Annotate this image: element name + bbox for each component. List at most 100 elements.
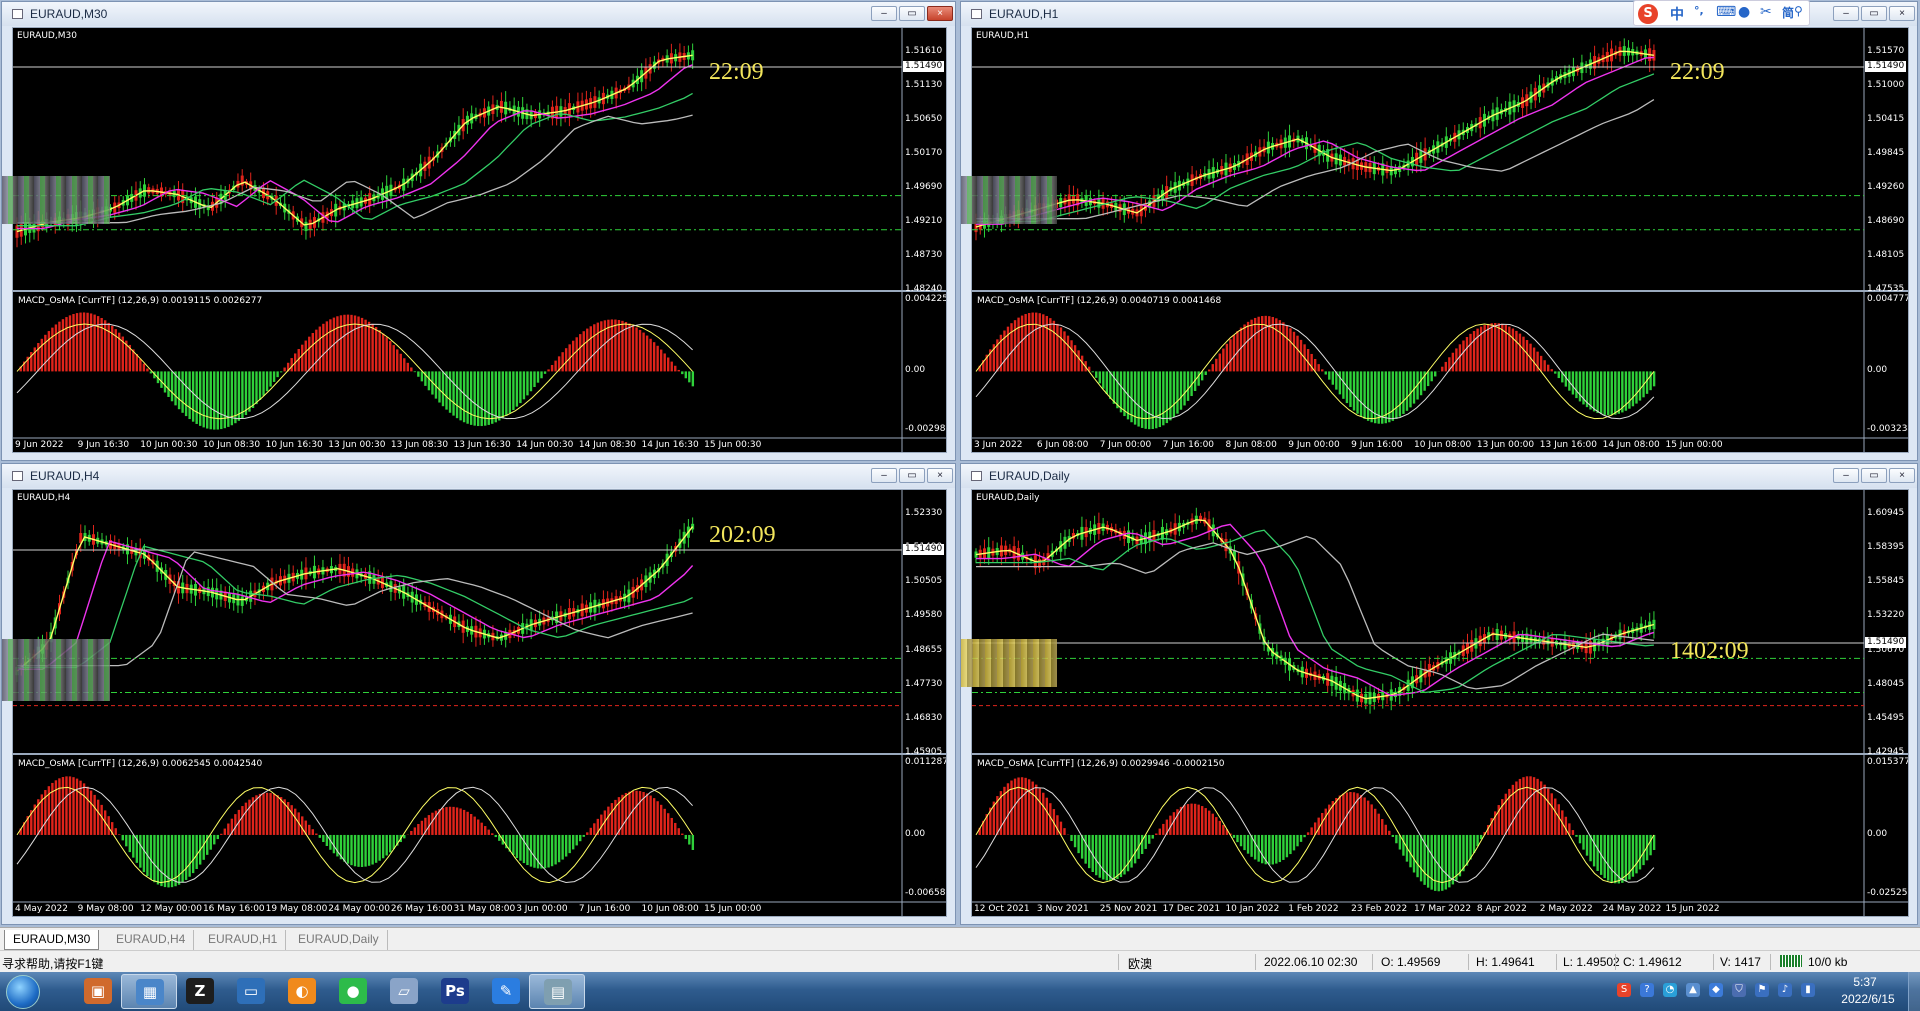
macd-bar [550, 364, 554, 372]
maximize-button[interactable]: ▭ [1861, 468, 1887, 483]
macd-bar [68, 776, 72, 835]
clock-time[interactable]: 5:37 [1835, 975, 1895, 989]
chart-tab[interactable]: EURAUD,H4 [108, 930, 195, 950]
macd-bar [181, 371, 184, 413]
macd-bar [1409, 371, 1412, 408]
macd-bar [1575, 834, 1578, 837]
sogou-logo-icon[interactable]: S [1638, 4, 1658, 24]
price-chart[interactable]: EURAUD,Daily 1402:09 MACD_OsMA [CurrTF] (1… [971, 489, 1909, 917]
keyboard-icon[interactable]: ⌨ [1716, 4, 1736, 20]
search-icon[interactable]: ⚲ [1794, 4, 1803, 18]
macd-bar [621, 794, 624, 835]
chart-window-3[interactable]: EURAUD,H4 – ▭ × EURAUD,H4 202:09 MACD_OsMA [Cu… [1, 463, 956, 925]
macd-bar [589, 827, 592, 835]
ime-mode-chinese[interactable]: 中 [1670, 4, 1684, 24]
arrow-tray-icon[interactable]: ▲ [1686, 983, 1700, 997]
chart-tab[interactable]: EURAUD,H1 [200, 930, 287, 950]
macd-bar [1031, 312, 1034, 372]
chart-tab[interactable]: EURAUD,M30 [4, 930, 100, 950]
macd-bar [1116, 834, 1119, 879]
chart-window-2[interactable]: EURAUD,H1 – ▭ × EURAUD,H1 22:09 MACD_OsMA [Cur… [960, 1, 1918, 461]
maximize-button[interactable]: ▭ [899, 468, 925, 483]
chart-canvas[interactable] [972, 490, 1909, 917]
pixelated-overlay [2, 639, 110, 701]
chart-tab[interactable]: EURAUD,Daily [290, 930, 388, 950]
window-titlebar[interactable]: EURAUD,M30 – ▭ × [2, 2, 955, 26]
chart-canvas[interactable] [13, 490, 947, 917]
flag-tray-icon[interactable]: ⚑ [1755, 983, 1769, 997]
minimize-button[interactable]: – [871, 6, 897, 21]
explorer-icon[interactable]: ▦ [121, 974, 177, 1009]
close-button[interactable]: × [927, 468, 953, 483]
monitor-icon[interactable]: ▭ [223, 974, 279, 1009]
price-chart[interactable]: EURAUD,M30 22:09 MACD_OsMA [CurrTF] (12,26… [12, 27, 947, 453]
macd-bar [1543, 360, 1546, 372]
metatrader-icon[interactable]: Z [172, 974, 228, 1009]
show-desktop-button[interactable] [1908, 972, 1920, 1011]
macd-bar [1119, 371, 1123, 413]
wechat-icon[interactable]: ● [325, 974, 381, 1009]
scissors-icon[interactable]: ✂ [1760, 4, 1772, 20]
simplified-icon[interactable]: 简 [1782, 4, 1794, 21]
time-tick-label: 10 Jun 08:00 [641, 904, 699, 914]
trading-terminal-icon[interactable]: ▤ [529, 974, 585, 1009]
punctuation-icon[interactable]: °, [1694, 4, 1704, 17]
minimize-button[interactable]: – [1833, 6, 1859, 21]
macd-bar [1236, 834, 1239, 843]
macd-bar [628, 791, 631, 835]
macd-bar [417, 824, 420, 835]
macd-bar [1027, 779, 1031, 835]
app-tray-icon[interactable]: ◆ [1709, 983, 1723, 997]
macd-bar [311, 829, 314, 835]
notepad-icon[interactable]: ▱ [376, 974, 432, 1009]
minimize-button[interactable]: – [871, 468, 897, 483]
start-orb-icon[interactable] [6, 975, 40, 1009]
user-icon[interactable]: ● [1738, 4, 1750, 20]
clock-date[interactable]: 2022/6/15 [1835, 992, 1901, 1006]
macd-bar [1165, 371, 1169, 424]
app-icon: ▤ [544, 979, 572, 1005]
macd-bar [1253, 317, 1257, 372]
chart-canvas[interactable] [13, 28, 947, 453]
macd-bar [1289, 834, 1292, 855]
macd-bar [1426, 834, 1430, 888]
chart-canvas[interactable] [972, 28, 1909, 453]
pen-icon[interactable]: ✎ [478, 974, 534, 1009]
price-chart[interactable]: EURAUD,H1 22:09 MACD_OsMA [CurrTF] (12,26,… [971, 27, 1909, 453]
macd-bar [336, 834, 339, 857]
macd-bar [607, 806, 610, 835]
macd-bar [519, 834, 522, 861]
maximize-button[interactable]: ▭ [1861, 6, 1887, 21]
chart-window-4[interactable]: EURAUD,Daily – ▭ × EURAUD,Daily 1402:09 MACD_O… [960, 463, 1918, 925]
network-tray-icon[interactable]: ◔ [1663, 983, 1677, 997]
close-button[interactable]: × [1889, 468, 1915, 483]
macd-bar [325, 321, 329, 372]
shield-tray-icon[interactable]: ⛉ [1732, 983, 1746, 997]
window-titlebar[interactable]: EURAUD,H4 – ▭ × [2, 464, 955, 488]
browser-icon[interactable]: ◐ [274, 974, 330, 1009]
macd-bar [1469, 834, 1472, 860]
chart-window-1[interactable]: EURAUD,M30 – ▭ × EURAUD,M30 22:09 MACD_OsMA [C… [1, 1, 956, 461]
connection-bars-icon[interactable] [1780, 955, 1802, 967]
macd-bar [209, 371, 212, 430]
close-button[interactable]: × [1889, 6, 1915, 21]
photoshop-icon[interactable]: Ps [427, 974, 483, 1009]
minimize-button[interactable]: – [1833, 468, 1859, 483]
price-chart[interactable]: EURAUD,H4 202:09 MACD_OsMA [CurrTF] (12,26… [12, 489, 947, 917]
window-titlebar[interactable]: EURAUD,Daily – ▭ × [961, 464, 1917, 488]
macd-bar [1102, 834, 1105, 880]
time-tick-label: 10 Jun 08:00 [1414, 440, 1472, 450]
help-tray-icon[interactable]: ? [1640, 983, 1654, 997]
folder-icon[interactable]: ▣ [70, 974, 126, 1009]
maximize-button[interactable]: ▭ [899, 6, 925, 21]
macd-bar [1063, 331, 1066, 372]
macd-bar [1169, 371, 1172, 421]
close-button[interactable]: × [927, 6, 953, 21]
network-bars-tray-icon[interactable]: ▮ [1801, 983, 1815, 997]
input-method-toolbar[interactable]: S 中 °, ⌨ ● ✂ 简 ⚲ [1633, 0, 1810, 26]
sogou-tray-icon[interactable]: S [1617, 983, 1631, 997]
macd-bar [1172, 812, 1176, 835]
speaker-tray-icon[interactable]: ♪ [1778, 983, 1792, 997]
macd-bar [1578, 834, 1582, 844]
macd-bar [202, 834, 205, 860]
